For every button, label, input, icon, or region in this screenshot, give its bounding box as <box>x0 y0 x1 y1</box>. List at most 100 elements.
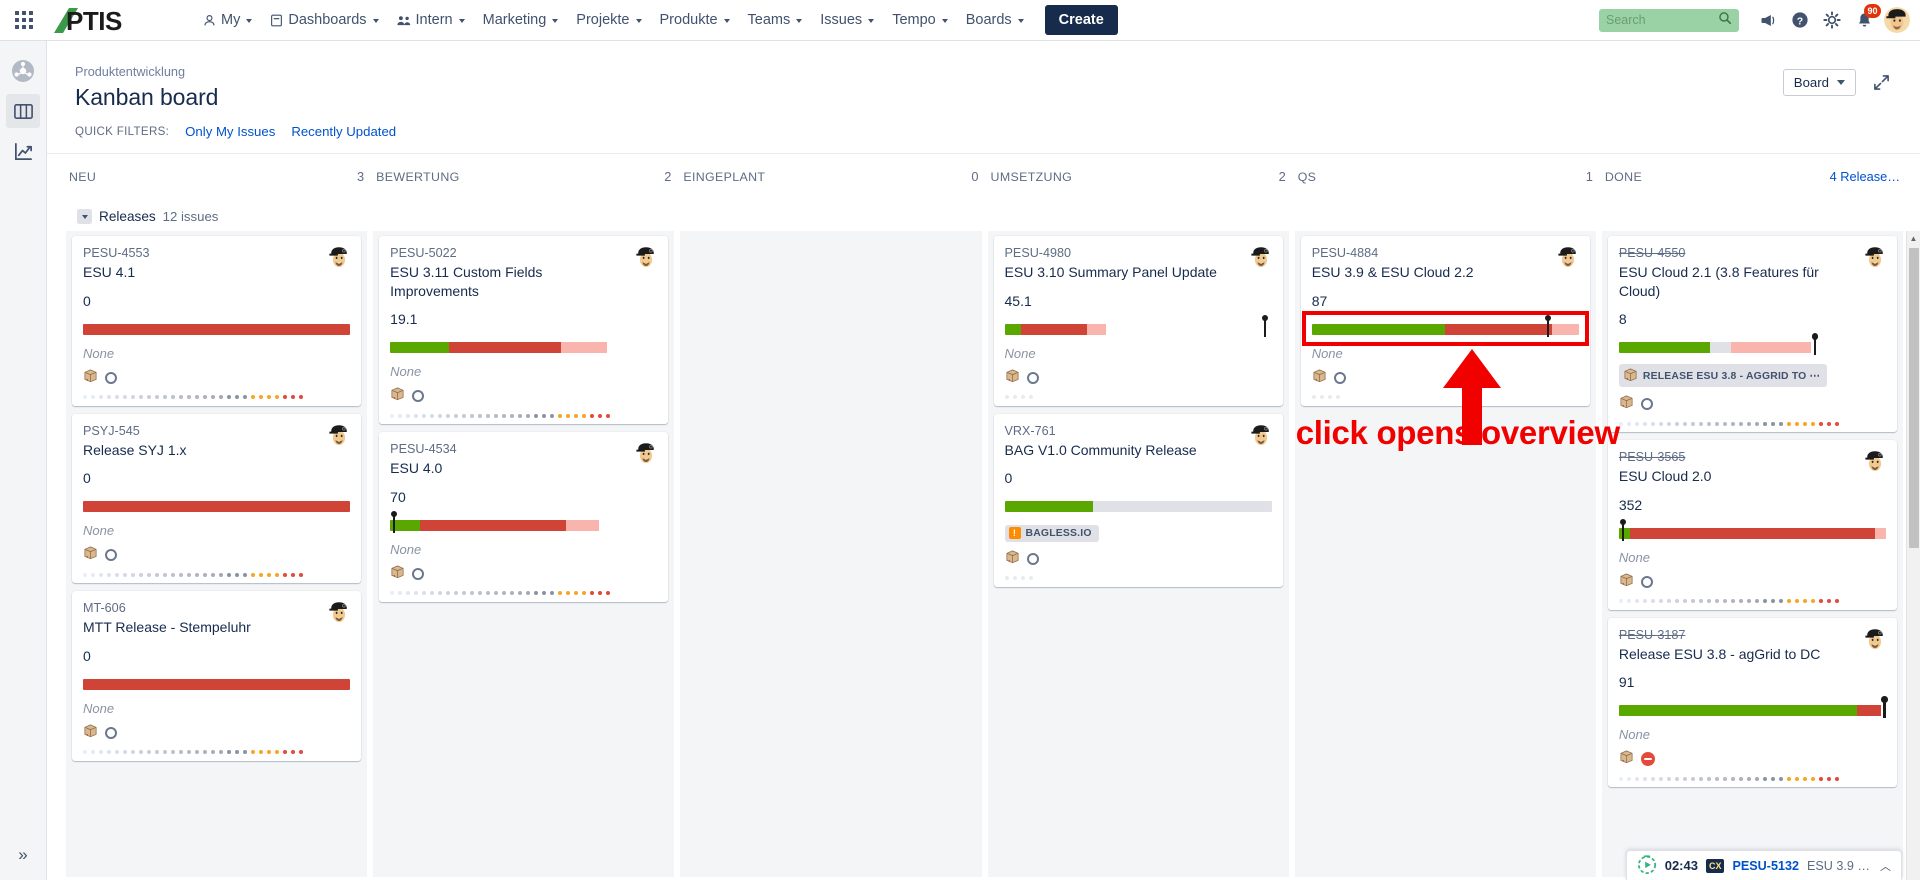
status-circle-icon[interactable] <box>1026 552 1039 565</box>
package-box-icon[interactable] <box>83 368 98 388</box>
issue-card[interactable]: PESU-3565 ESU Cloud 2.0 352 None <box>1607 440 1898 610</box>
tempo-tracker-widget[interactable]: 02:43 CX PESU-5132 ESU 3.9 … ︿ <box>1625 850 1902 880</box>
avatar[interactable] <box>1863 627 1887 651</box>
progress-bar[interactable] <box>1618 333 1886 356</box>
progress-bar[interactable] <box>1618 518 1886 541</box>
issue-card[interactable]: PESU-4550 ESU Cloud 2.1 (3.8 Features für… <box>1607 236 1898 433</box>
progress-bar[interactable] <box>83 318 351 337</box>
nav-item-boards[interactable]: Boards <box>957 4 1033 36</box>
sidebar-item-project-logo[interactable] <box>6 54 40 88</box>
issue-card[interactable]: PESU-4884 ESU 3.9 & ESU Cloud 2.2 87 None <box>1300 236 1590 406</box>
issue-card[interactable]: PESU-4553 ESU 4.1 0 None <box>72 236 362 406</box>
aptis-logo[interactable]: PTIS <box>52 4 178 36</box>
status-circle-icon[interactable] <box>105 371 117 384</box>
nav-item-intern[interactable]: Intern <box>388 4 474 36</box>
column-bewertung[interactable]: PESU-5022 ESU 3.11 Custom Fields Improvem… <box>373 231 675 877</box>
column-count-link[interactable]: 4 Release… <box>1830 169 1900 184</box>
nav-item-my[interactable]: My <box>194 4 261 36</box>
scrollbar-thumb[interactable] <box>1909 248 1919 548</box>
search-input[interactable]: Search <box>1599 8 1739 32</box>
app-switcher-button[interactable] <box>8 4 40 36</box>
column-done[interactable]: PESU-4550 ESU Cloud 2.1 (3.8 Features für… <box>1601 231 1904 877</box>
sidebar-item-board[interactable] <box>6 94 40 128</box>
status-circle-icon[interactable] <box>105 726 117 739</box>
avatar[interactable] <box>327 423 351 447</box>
caret-up-icon[interactable]: ▲ <box>1907 231 1920 246</box>
issue-key[interactable]: PESU-3565 <box>1619 450 1886 464</box>
sidebar-item-reports[interactable] <box>6 134 40 168</box>
quick-filter-recently-updated[interactable]: Recently Updated <box>291 124 396 139</box>
status-circle-icon[interactable] <box>1333 371 1346 384</box>
package-box-icon[interactable] <box>1005 549 1020 569</box>
issue-card[interactable]: PESU-3187 Release ESU 3.8 - agGrid to DC 9… <box>1607 617 1898 788</box>
package-box-icon[interactable] <box>1619 394 1634 414</box>
vertical-scrollbar[interactable]: ▲ <box>1906 231 1920 880</box>
package-box-icon[interactable] <box>390 564 405 584</box>
issue-card[interactable]: PESU-5022 ESU 3.11 Custom Fields Improvem… <box>379 236 669 425</box>
issue-key[interactable]: VRX-761 <box>1005 424 1272 438</box>
nav-item-dashboards[interactable]: Dashboards <box>261 4 387 36</box>
issue-key[interactable]: PESU-4553 <box>83 246 350 260</box>
issue-card[interactable]: PESU-4534 ESU 4.0 70 None <box>379 432 669 602</box>
package-box-icon[interactable] <box>390 386 405 406</box>
quick-filter-only-my-issues[interactable]: Only My Issues <box>185 124 275 139</box>
issue-key[interactable]: PESU-3187 <box>1619 628 1886 642</box>
issue-key[interactable]: PESU-4550 <box>1619 246 1886 260</box>
progress-bar[interactable] <box>83 673 351 692</box>
column-umsetzung[interactable]: PESU-4980 ESU 3.10 Summary Panel Update 45… <box>987 231 1289 877</box>
avatar[interactable] <box>1249 423 1273 447</box>
status-circle-icon[interactable] <box>1640 575 1653 588</box>
package-box-icon[interactable] <box>1312 368 1327 388</box>
status-circle-icon[interactable] <box>105 549 117 562</box>
status-circle-icon[interactable] <box>412 390 425 403</box>
progress-bar[interactable] <box>1004 314 1272 337</box>
swimlane-toggle[interactable]: Releases 12 issues <box>63 204 1906 231</box>
nav-item-projekte[interactable]: Projekte <box>567 4 650 36</box>
nav-item-issues[interactable]: Issues <box>811 4 883 36</box>
settings-gear-icon[interactable] <box>1817 5 1847 35</box>
package-box-icon[interactable] <box>1619 572 1634 592</box>
progress-bar[interactable] <box>390 336 657 355</box>
tempo-issue-key[interactable]: PESU-5132 <box>1732 859 1799 873</box>
column-neu[interactable]: PESU-4553 ESU 4.1 0 None PSYJ-545 Release S… <box>66 231 368 877</box>
issue-card[interactable]: PSYJ-545 Release SYJ 1.x 0 None <box>72 413 362 584</box>
issue-key[interactable]: PESU-4534 <box>390 442 657 456</box>
board-selector-dropdown[interactable]: Board <box>1782 69 1856 96</box>
column-eingeplant[interactable] <box>680 231 982 877</box>
status-circle-icon[interactable] <box>1640 398 1653 411</box>
column-qs[interactable]: PESU-4884 ESU 3.9 & ESU Cloud 2.2 87 None <box>1294 231 1596 877</box>
issue-card[interactable]: MT-606 MTT Release - Stempeluhr 0 None <box>72 591 362 761</box>
status-circle-icon[interactable] <box>412 567 425 580</box>
nav-item-produkte[interactable]: Produkte <box>651 4 739 36</box>
issue-card[interactable]: PESU-4980 ESU 3.10 Summary Panel Update 45… <box>993 236 1283 406</box>
notification-bell-icon[interactable]: 90 <box>1849 4 1881 35</box>
progress-bar[interactable] <box>1311 314 1579 337</box>
package-box-icon[interactable] <box>1005 368 1020 388</box>
package-box-icon[interactable] <box>1619 749 1634 769</box>
nav-item-teams[interactable]: Teams <box>739 4 812 36</box>
sidebar-expand-button[interactable]: » <box>8 840 38 870</box>
user-avatar[interactable] <box>1884 7 1910 33</box>
progress-bar[interactable] <box>83 495 351 514</box>
progress-bar[interactable] <box>1004 495 1272 514</box>
breadcrumb[interactable]: Produktentwicklung <box>75 65 1898 79</box>
issue-key[interactable]: MT-606 <box>83 601 350 615</box>
issue-card[interactable]: VRX-761 BAG V1.0 Community Release 0 ! BAGL… <box>993 413 1283 587</box>
issue-key[interactable]: PESU-4980 <box>1005 246 1272 260</box>
issue-epic-chip[interactable]: ! BAGLESS.IO <box>1004 524 1099 542</box>
help-icon[interactable]: ? <box>1785 5 1815 35</box>
issue-key[interactable]: PSYJ-545 <box>83 424 350 438</box>
chevron-up-icon[interactable]: ︿ <box>1880 858 1891 874</box>
issue-key[interactable]: PESU-4884 <box>1312 246 1579 260</box>
issue-key[interactable]: PESU-5022 <box>390 246 657 260</box>
package-box-icon[interactable] <box>83 723 98 743</box>
avatar[interactable] <box>1863 245 1887 269</box>
package-box-icon[interactable] <box>83 545 98 565</box>
progress-bar[interactable] <box>1618 696 1888 719</box>
avatar[interactable] <box>327 245 351 269</box>
create-button[interactable]: Create <box>1044 5 1118 35</box>
avatar[interactable] <box>1556 245 1580 269</box>
status-circle-icon[interactable] <box>1026 371 1039 384</box>
avatar[interactable] <box>1249 245 1273 269</box>
nav-item-tempo[interactable]: Tempo <box>883 4 957 36</box>
